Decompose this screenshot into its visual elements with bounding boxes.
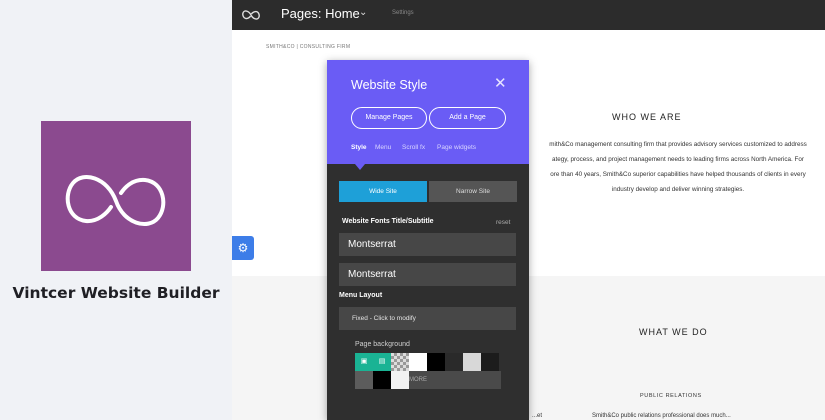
title-font-select[interactable]: Montserrat xyxy=(339,233,516,256)
panel-title: Website Style xyxy=(351,78,428,92)
wide-site-button[interactable]: Wide Site xyxy=(339,181,427,202)
editor-topbar: Pages: Home ⌄ Settings xyxy=(232,0,825,30)
add-page-button[interactable]: Add a Page xyxy=(429,107,506,129)
brand-name: Vintcer Website Builder xyxy=(12,284,220,302)
subtitle-font-select[interactable]: Montserrat xyxy=(339,263,516,286)
infinity-logo-icon xyxy=(65,175,166,227)
color-swatch[interactable] xyxy=(355,371,373,389)
settings-gear-button[interactable]: ⚙ xyxy=(232,236,254,260)
body-line: ore than 40 years, Smith&Co superior cap… xyxy=(550,171,806,178)
tab-style[interactable]: Style xyxy=(351,144,367,151)
menu-layout-label: Menu Layout xyxy=(339,292,383,299)
close-icon[interactable]: ✕ xyxy=(494,74,507,92)
active-tab-caret xyxy=(355,164,365,170)
panel-header: Website Style ✕ Manage Pages Add a Page … xyxy=(327,60,529,164)
public-relations-title: PUBLIC RELATIONS xyxy=(640,393,702,399)
infinity-logo-icon[interactable] xyxy=(241,8,261,22)
body-line: mith&Co management consulting firm that … xyxy=(549,141,807,148)
cut-off-text: Smith&Co public relations professional d… xyxy=(592,413,731,419)
who-we-are-body: mith&Co management consulting firm that … xyxy=(528,137,825,197)
tab-page-widgets[interactable]: Page widgets xyxy=(437,144,476,151)
menu-layout-select[interactable]: Fixed - Click to modify xyxy=(339,307,516,330)
chevron-down-icon[interactable]: ⌄ xyxy=(359,7,367,18)
color-swatch[interactable] xyxy=(445,353,463,371)
narrow-site-button[interactable]: Narrow Site xyxy=(429,181,517,202)
brand-logo xyxy=(41,121,191,271)
color-swatch[interactable] xyxy=(463,353,481,371)
website-style-panel: Website Style ✕ Manage Pages Add a Page … xyxy=(327,60,529,420)
brand-panel: Vintcer Website Builder xyxy=(0,0,232,420)
color-swatch[interactable] xyxy=(427,353,445,371)
page-selector[interactable]: Pages: Home xyxy=(281,6,360,21)
image-background-swatch[interactable]: ▣ xyxy=(355,353,373,371)
cut-off-text: ...et xyxy=(532,413,543,419)
manage-pages-button[interactable]: Manage Pages xyxy=(351,107,427,129)
body-line: ategy, process, and project management n… xyxy=(552,156,804,163)
tab-scroll-fx[interactable]: Scroll fx xyxy=(402,144,425,151)
image-icon: ▣ xyxy=(360,358,368,365)
gallery-background-swatch[interactable]: ▤ xyxy=(373,353,391,371)
gear-icon: ⚙ xyxy=(237,241,249,255)
settings-link[interactable]: Settings xyxy=(392,10,414,16)
editor-area: SMITH&CO | CONSULTING FIRM WHO WE ARE mi… xyxy=(232,0,825,420)
color-swatch[interactable] xyxy=(391,371,409,389)
page-background-label: Page background xyxy=(355,341,410,348)
gallery-icon: ▤ xyxy=(378,358,386,365)
tab-menu[interactable]: Menu xyxy=(375,144,391,151)
color-swatch[interactable] xyxy=(481,353,499,371)
body-line: industry develop and deliver winning str… xyxy=(611,186,745,193)
color-swatch[interactable] xyxy=(409,353,427,371)
color-swatch[interactable] xyxy=(373,371,391,389)
transparent-swatch[interactable] xyxy=(391,353,409,371)
what-we-do-title: WHAT WE DO xyxy=(639,327,708,337)
site-header-text: SMITH&CO | CONSULTING FIRM xyxy=(266,44,351,50)
who-we-are-title: WHO WE ARE xyxy=(612,112,682,122)
fonts-label: Website Fonts Title/Subtitle xyxy=(342,218,434,225)
reset-link[interactable]: reset xyxy=(496,219,510,226)
